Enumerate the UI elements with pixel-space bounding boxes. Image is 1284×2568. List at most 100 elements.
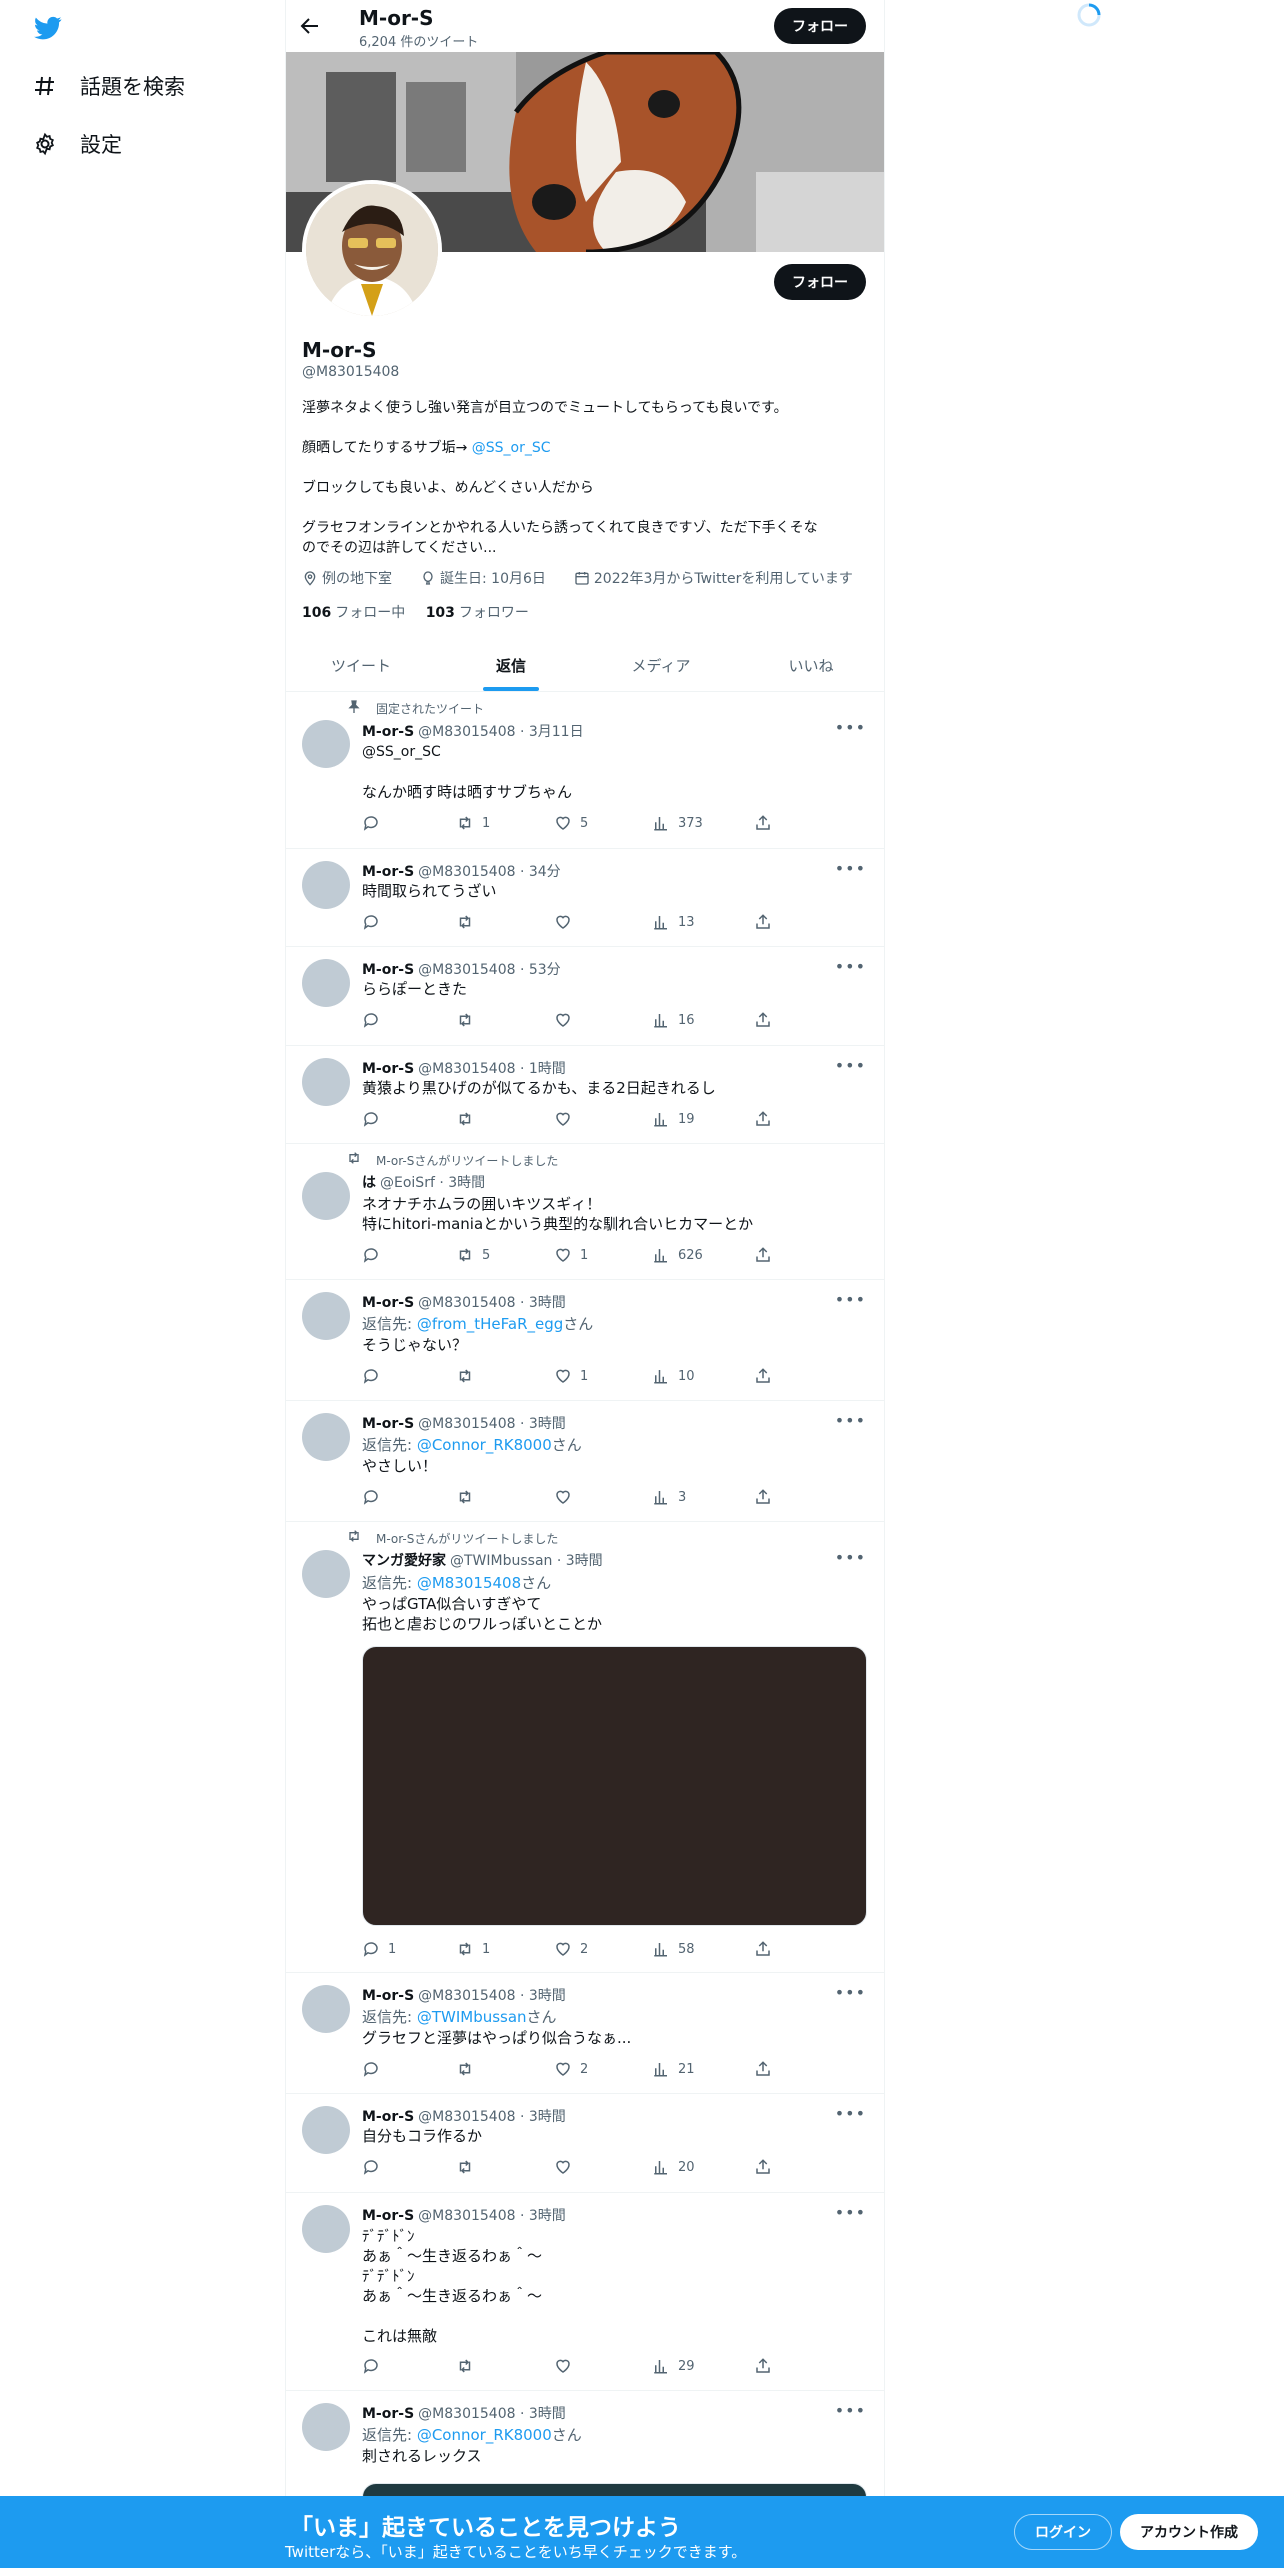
profile-avatar[interactable] <box>302 180 442 320</box>
tab-replies[interactable]: 返信 <box>436 640 586 691</box>
tab-tweets[interactable]: ツイート <box>286 640 436 691</box>
header-follow-button[interactable]: フォロー <box>774 8 866 44</box>
views-button[interactable]: 29 <box>652 2357 695 2375</box>
share-button[interactable] <box>754 913 780 931</box>
reply-to-link[interactable]: @M83015408 <box>417 1574 521 1592</box>
author-name[interactable]: マンガ愛好家 <box>362 1553 446 1569</box>
author-name[interactable]: は <box>362 1175 376 1191</box>
like-button[interactable] <box>554 2158 580 2176</box>
share-button[interactable] <box>754 1246 780 1264</box>
reply-button[interactable] <box>362 1367 388 1385</box>
retweet-button[interactable] <box>456 1488 482 1506</box>
like-button[interactable] <box>554 1488 580 1506</box>
author-name[interactable]: M-or-S <box>362 1061 414 1077</box>
more-options-icon[interactable]: ••• <box>835 2401 866 2420</box>
views-button[interactable]: 10 <box>652 1367 695 1385</box>
reply-button[interactable] <box>362 1488 388 1506</box>
like-button[interactable] <box>554 1011 580 1029</box>
reply-to-link[interactable]: @Connor_RK8000 <box>417 1436 552 1454</box>
reply-button[interactable]: 1 <box>362 1940 396 1958</box>
more-options-icon[interactable]: ••• <box>835 1983 866 2002</box>
author-name[interactable]: M-or-S <box>362 2208 414 2224</box>
author-name[interactable]: M-or-S <box>362 2406 414 2422</box>
share-button[interactable] <box>754 1488 780 1506</box>
tweet[interactable]: M-or-Sさんがリツイートしました マンガ愛好家 @TWIMbussan · 3… <box>286 1522 884 1973</box>
more-options-icon[interactable]: ••• <box>835 1548 866 1567</box>
views-button[interactable]: 16 <box>652 1011 695 1029</box>
reply-to-link[interactable]: @TWIMbussan <box>417 2008 527 2026</box>
reply-button[interactable] <box>362 2357 388 2375</box>
share-button[interactable] <box>754 1110 780 1128</box>
views-button[interactable]: 19 <box>652 1110 695 1128</box>
retweet-button[interactable]: 5 <box>456 1246 490 1264</box>
share-button[interactable] <box>754 2357 780 2375</box>
views-button[interactable]: 20 <box>652 2158 695 2176</box>
nav-item-explore[interactable]: 話題を検索 <box>32 66 185 106</box>
reply-button[interactable] <box>362 1246 388 1264</box>
tweet[interactable]: M-or-S @M83015408 · 34分 ••• 時間取られてうざい 13 <box>286 849 884 947</box>
retweet-button[interactable] <box>456 1367 482 1385</box>
author-name[interactable]: M-or-S <box>362 864 414 880</box>
reply-button[interactable] <box>362 814 388 832</box>
retweet-button[interactable] <box>456 2357 482 2375</box>
bio-mention-link[interactable]: @SS_or_SC <box>472 440 551 456</box>
more-options-icon[interactable]: ••• <box>835 1056 866 1075</box>
more-options-icon[interactable]: ••• <box>835 957 866 976</box>
tweet[interactable]: M-or-S @M83015408 · 1時間 ••• 黄猿より黒ひげのが似てるか… <box>286 1046 884 1144</box>
avatar[interactable] <box>302 959 350 1007</box>
like-button[interactable]: 1 <box>554 1367 588 1385</box>
views-button[interactable]: 13 <box>652 913 695 931</box>
avatar[interactable] <box>302 1413 350 1461</box>
back-arrow-icon[interactable] <box>298 14 322 38</box>
author-name[interactable]: M-or-S <box>362 1988 414 2004</box>
author-name[interactable]: M-or-S <box>362 2109 414 2125</box>
tweet[interactable]: M-or-Sさんがリツイートしました は @EoiSrf · 3時間 ネオナチホム… <box>286 1144 884 1280</box>
reply-button[interactable] <box>362 1011 388 1029</box>
avatar[interactable] <box>302 1172 350 1220</box>
tweet-media[interactable] <box>362 1646 867 1926</box>
author-name[interactable]: M-or-S <box>362 724 414 740</box>
more-options-icon[interactable]: ••• <box>835 2203 866 2222</box>
tweet[interactable]: M-or-S @M83015408 · 3時間 ••• ﾃﾞﾃﾞﾄﾞﾝ あぁ＾～生… <box>286 2193 884 2391</box>
retweet-button[interactable]: 1 <box>456 1940 490 1958</box>
author-name[interactable]: M-or-S <box>362 962 414 978</box>
retweet-button[interactable] <box>456 913 482 931</box>
avatar[interactable] <box>302 1058 350 1106</box>
like-button[interactable]: 1 <box>554 1246 588 1264</box>
views-button[interactable]: 58 <box>652 1940 695 1958</box>
retweet-button[interactable] <box>456 2060 482 2078</box>
like-button[interactable] <box>554 913 580 931</box>
tweet[interactable]: M-or-S @M83015408 · 3時間 ••• 自分もコラ作るか 20 <box>286 2094 884 2193</box>
share-button[interactable] <box>754 2060 780 2078</box>
more-options-icon[interactable]: ••• <box>835 859 866 878</box>
profile-follow-button[interactable]: フォロー <box>774 264 866 300</box>
share-button[interactable] <box>754 1940 780 1958</box>
tweet[interactable]: M-or-S @M83015408 · 53分 ••• ららぽーときた 16 <box>286 947 884 1046</box>
tweet[interactable]: M-or-S @M83015408 · 3時間 ••• 返信先: @Connor_… <box>286 1401 884 1522</box>
like-button[interactable]: 5 <box>554 814 588 832</box>
followers-link[interactable]: 103 フォロワー <box>426 605 529 621</box>
reply-button[interactable] <box>362 2158 388 2176</box>
signup-button[interactable]: アカウント作成 <box>1120 2514 1258 2550</box>
retweet-button[interactable]: 1 <box>456 814 490 832</box>
views-button[interactable]: 373 <box>652 814 703 832</box>
avatar[interactable] <box>302 2403 350 2451</box>
following-link[interactable]: 106 フォロー中 <box>302 605 405 621</box>
retweet-button[interactable] <box>456 2158 482 2176</box>
views-button[interactable]: 21 <box>652 2060 695 2078</box>
avatar[interactable] <box>302 1985 350 2033</box>
login-button[interactable]: ログイン <box>1014 2514 1112 2550</box>
twitter-logo-icon[interactable] <box>32 14 64 42</box>
tweet[interactable]: M-or-S @M83015408 · 3時間 ••• 返信先: @from_tH… <box>286 1280 884 1401</box>
avatar[interactable] <box>302 2205 350 2253</box>
tab-media[interactable]: メディア <box>586 640 736 691</box>
like-button[interactable]: 2 <box>554 1940 588 1958</box>
more-options-icon[interactable]: ••• <box>835 718 866 737</box>
more-options-icon[interactable]: ••• <box>835 1411 866 1430</box>
share-button[interactable] <box>754 1011 780 1029</box>
author-name[interactable]: M-or-S <box>362 1295 414 1311</box>
more-options-icon[interactable]: ••• <box>835 1290 866 1309</box>
author-name[interactable]: M-or-S <box>362 1416 414 1432</box>
retweet-button[interactable] <box>456 1110 482 1128</box>
reply-button[interactable] <box>362 1110 388 1128</box>
